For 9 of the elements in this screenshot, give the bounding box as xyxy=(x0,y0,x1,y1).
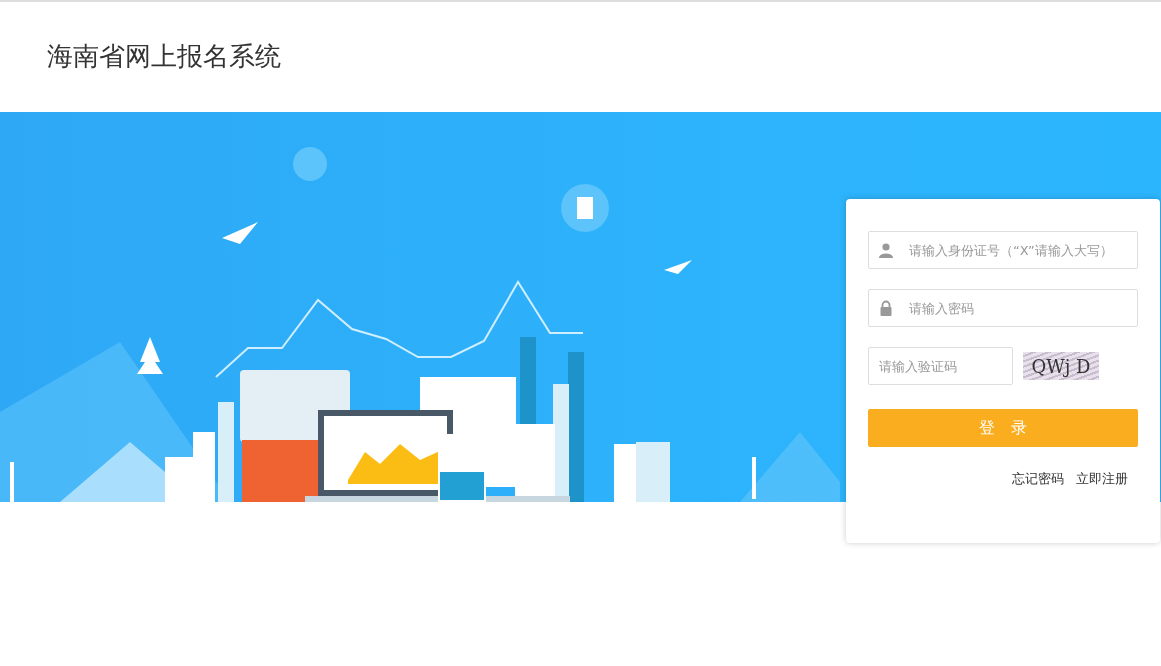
captcha-field[interactable]: 请输入验证码 xyxy=(868,347,1013,385)
password-field[interactable]: 请输入密码 xyxy=(868,289,1138,327)
lock-icon xyxy=(878,300,894,316)
user-icon xyxy=(878,242,894,258)
site-title: 海南省网上报名系统 xyxy=(47,41,281,73)
id-number-field[interactable]: 请输入身份证号（“X”请输入大写） xyxy=(868,231,1138,269)
captcha-image[interactable]: QWj D xyxy=(1023,352,1099,380)
register-link[interactable]: 立即注册 xyxy=(1076,469,1128,489)
forgot-password-link[interactable]: 忘记密码 xyxy=(1012,469,1064,489)
